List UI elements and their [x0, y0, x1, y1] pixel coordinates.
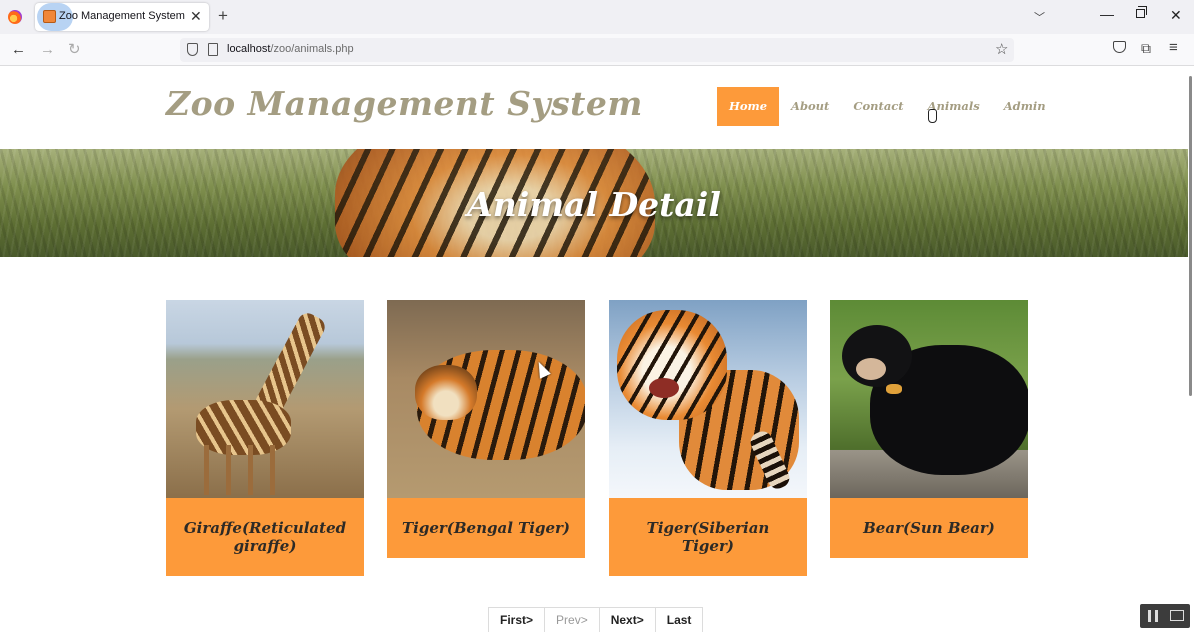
bear-chest-mark-shape	[886, 384, 902, 394]
url-host: localhost	[227, 43, 271, 55]
pagination-last-button[interactable]: Last	[654, 607, 704, 632]
page-icon[interactable]	[208, 43, 218, 56]
menu-item-admin[interactable]: Admin	[992, 87, 1058, 126]
animal-photo[interactable]	[609, 300, 807, 498]
extensions-icon[interactable]: ⧉	[1141, 40, 1151, 57]
hamburger-menu-icon[interactable]: ≡	[1169, 39, 1178, 56]
main-menu: Home About Contact Animals Admin	[717, 87, 1058, 126]
tiger-mouth-shape	[649, 378, 679, 398]
site-favicon-icon	[43, 10, 56, 23]
browser-tab-bar: Zoo Management System | Animals ✕ + ﹀ — …	[0, 0, 1194, 34]
pagination: First> Prev> Next> Last	[488, 607, 704, 632]
window-restore-icon[interactable]	[1136, 6, 1147, 18]
animal-photo[interactable]	[166, 300, 364, 498]
giraffe-legs-shape	[204, 445, 284, 495]
pause-icon[interactable]	[1148, 610, 1158, 622]
browser-tab[interactable]: Zoo Management System | Animals ✕	[35, 3, 209, 31]
pocket-icon[interactable]	[1113, 41, 1126, 53]
site-title[interactable]: Zoo Management System	[166, 84, 643, 123]
menu-item-about[interactable]: About	[779, 87, 841, 126]
tab-list-chevron-icon[interactable]: ﹀	[1034, 9, 1045, 25]
bear-snout-shape	[856, 358, 886, 380]
scrollbar-thumb[interactable]	[1189, 76, 1192, 396]
animal-name[interactable]: Tiger(Bengal Tiger)	[387, 498, 585, 558]
address-bar[interactable]: localhost/zoo/animals.php ☆	[180, 38, 1014, 62]
web-page: Zoo Management System Home About Contact…	[0, 66, 1188, 632]
screen-icon[interactable]	[1170, 610, 1184, 621]
menu-item-animals[interactable]: Animals	[916, 87, 992, 126]
firefox-icon[interactable]	[8, 10, 22, 24]
window-minimize-icon[interactable]: —	[1100, 6, 1114, 22]
hero-title: Animal Detail	[467, 185, 721, 224]
animal-card-siberian-tiger[interactable]: Tiger(Siberian Tiger)	[609, 300, 807, 576]
window-close-icon[interactable]: ✕	[1170, 7, 1182, 24]
animal-name[interactable]: Tiger(Siberian Tiger)	[609, 498, 807, 576]
hero-banner: Animal Detail	[0, 149, 1188, 257]
back-arrow-icon[interactable]: ←	[11, 41, 26, 58]
animal-photo[interactable]	[387, 300, 585, 498]
tab-title: Zoo Management System | Animals	[59, 10, 185, 22]
animal-card-sun-bear[interactable]: Bear(Sun Bear)	[830, 300, 1028, 558]
animal-card-bengal-tiger[interactable]: Tiger(Bengal Tiger)	[387, 300, 585, 558]
recording-controls[interactable]	[1140, 604, 1190, 628]
new-tab-button[interactable]: +	[218, 7, 228, 25]
forward-arrow-icon[interactable]: →	[40, 41, 55, 58]
menu-item-home[interactable]: Home	[717, 87, 780, 126]
browser-toolbar: ← → ↻ localhost/zoo/animals.php ☆ ⧉ ≡	[0, 34, 1194, 66]
hand-cursor-icon	[928, 109, 937, 123]
pagination-next-button[interactable]: Next>	[598, 607, 656, 632]
pagination-prev-button[interactable]: Prev>	[544, 607, 600, 632]
animal-name[interactable]: Bear(Sun Bear)	[830, 498, 1028, 558]
animal-photo[interactable]	[830, 300, 1028, 498]
menu-item-contact[interactable]: Contact	[841, 87, 915, 126]
animal-card-giraffe[interactable]: Giraffe(Reticulated giraffe)	[166, 300, 364, 576]
url-text[interactable]: localhost/zoo/animals.php	[227, 43, 354, 55]
star-icon[interactable]: ☆	[995, 40, 1008, 58]
shield-icon[interactable]	[187, 43, 198, 56]
url-path: /zoo/animals.php	[270, 43, 354, 55]
reload-icon[interactable]: ↻	[68, 40, 81, 58]
animal-name[interactable]: Giraffe(Reticulated giraffe)	[166, 498, 364, 576]
tiger-head-shape	[415, 365, 477, 420]
tab-close-icon[interactable]: ✕	[190, 8, 202, 24]
tiger-head-shape	[617, 310, 727, 420]
pagination-first-button[interactable]: First>	[488, 607, 546, 632]
page-scrollbar[interactable]	[1188, 66, 1194, 632]
